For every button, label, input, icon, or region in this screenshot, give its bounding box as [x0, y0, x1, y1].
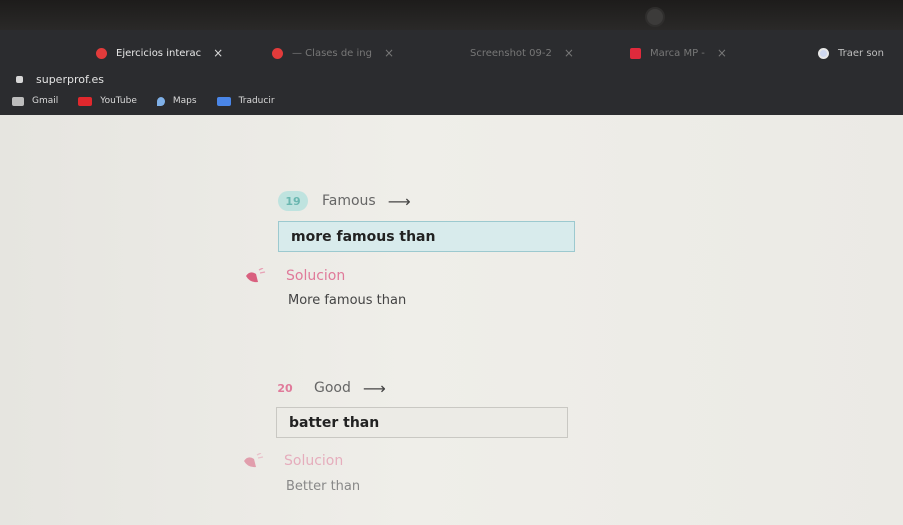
- exercise-20-answer-input[interactable]: batter than: [276, 407, 568, 438]
- exercise-number-badge: 19: [278, 191, 308, 211]
- bookmark-label: Maps: [172, 96, 197, 106]
- arrow-right-icon: ⟶: [387, 191, 411, 211]
- exercise-word: Good: [314, 380, 351, 396]
- tab-label: — Clases de ing: [292, 47, 372, 59]
- bookmark-label: Traducir: [238, 96, 275, 106]
- solution-label: Solucion: [286, 268, 346, 284]
- page-content: 19 Famous ⟶ more famous than Solucion Mo…: [0, 115, 903, 525]
- translate-icon: [216, 96, 231, 106]
- tab-label: Ejercicios interac: [116, 47, 202, 59]
- bookmark-youtube[interactable]: YouTube: [78, 96, 137, 106]
- bookmark-traducir[interactable]: Traducir: [216, 96, 275, 106]
- exercise-20-solution-text: Better than: [286, 479, 361, 494]
- solution-toggle-icon: [244, 453, 264, 468]
- solution-toggle-icon: [246, 268, 266, 283]
- solution-label: Solucion: [284, 453, 344, 469]
- exercise-20-prompt: 20 Good ⟶: [270, 378, 386, 398]
- tab-favicon-icon: [630, 47, 641, 59]
- browser-chrome: Ejercicios interac × — Clases de ing × S…: [0, 30, 903, 115]
- tab-favicon-icon: [818, 47, 829, 59]
- lock-icon: [16, 75, 23, 83]
- tab-clases[interactable]: — Clases de ing ×: [272, 40, 394, 66]
- tab-label: Marca MP -: [650, 47, 705, 59]
- tab-close-icon[interactable]: ×: [213, 46, 223, 60]
- tab-close-icon[interactable]: ×: [384, 46, 394, 60]
- exercise-19-prompt: 19 Famous ⟶: [278, 191, 411, 211]
- laptop-bezel: [0, 0, 903, 30]
- bookmark-maps[interactable]: Maps: [156, 96, 197, 106]
- tab-favicon-icon: [96, 47, 107, 59]
- bookmark-label: YouTube: [100, 96, 137, 106]
- exercise-20-solution-header[interactable]: Solucion: [242, 453, 343, 469]
- tab-traer[interactable]: Traer son: [818, 40, 884, 66]
- tab-screenshot[interactable]: Screenshot 09-2 ×: [470, 40, 574, 66]
- tab-label: Screenshot 09-2: [470, 47, 552, 59]
- maps-icon: [156, 96, 165, 106]
- address-bar[interactable]: superprof.es: [0, 68, 903, 90]
- bookmarks-bar: Gmail YouTube Maps Traducir: [0, 90, 903, 112]
- tab-close-icon[interactable]: ×: [717, 46, 727, 60]
- url-text: superprof.es: [36, 72, 105, 86]
- tab-label: Traer son: [838, 47, 884, 59]
- tab-marca[interactable]: Marca MP - ×: [630, 40, 727, 66]
- gmail-icon: [12, 96, 24, 106]
- exercise-number-badge: 20: [277, 381, 293, 395]
- arrow-right-icon: ⟶: [362, 378, 386, 398]
- tab-close-icon[interactable]: ×: [564, 46, 574, 60]
- youtube-icon: [78, 96, 93, 106]
- tab-favicon-icon: [272, 47, 283, 59]
- webcam: [645, 7, 665, 27]
- exercise-19-answer-input[interactable]: more famous than: [278, 221, 575, 252]
- exercise-word: Famous: [322, 193, 376, 209]
- bookmark-gmail[interactable]: Gmail: [12, 96, 58, 106]
- exercise-19-solution-text: More famous than: [288, 293, 407, 308]
- bookmark-label: Gmail: [32, 96, 59, 106]
- exercise-19-solution-header[interactable]: Solucion: [244, 268, 345, 284]
- tab-strip: Ejercicios interac × — Clases de ing × S…: [0, 30, 903, 70]
- tab-ejercicios[interactable]: Ejercicios interac ×: [96, 40, 223, 66]
